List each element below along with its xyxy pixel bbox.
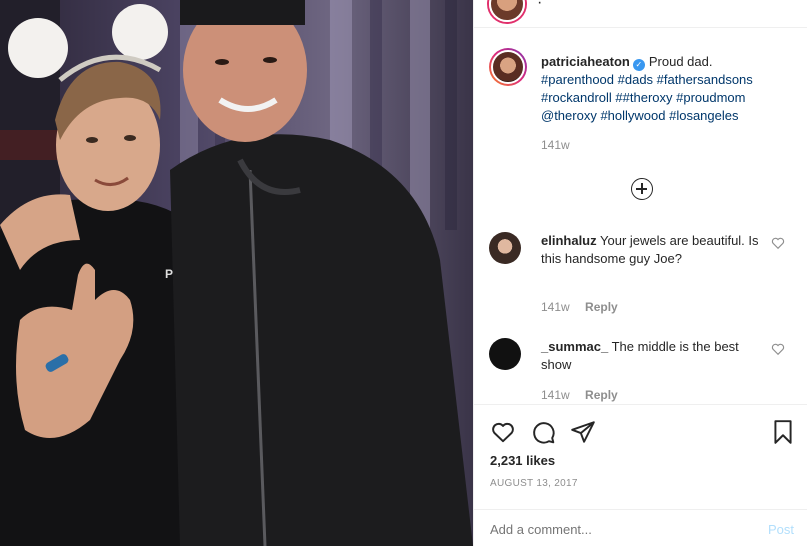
reply-button[interactable]: Reply [585,388,618,402]
comment-meta: 141w Reply [541,300,618,314]
commenter-avatar[interactable] [489,232,521,264]
add-comment-bar: Post [474,509,807,546]
caption-username[interactable]: patriciaheaton [541,54,630,69]
comment-like-heart-icon[interactable] [771,236,785,250]
caption-body: Proud dad. [648,54,713,69]
heart-icon[interactable] [490,419,516,445]
comment-icon[interactable] [530,419,556,445]
more-options-icon[interactable]: · [537,0,542,12]
verified-icon: ✓ [632,59,645,71]
comment-like-heart-icon[interactable] [771,342,785,356]
caption-avatar[interactable] [489,48,527,86]
post-date: AUGUST 13, 2017 [490,478,578,489]
post-comment-button[interactable]: Post [768,522,794,537]
bookmark-icon[interactable] [770,419,796,445]
hashtags-line-2[interactable]: #rockandroll ##theroxy #proudmom [541,90,746,105]
comment-text: _summac_ The middle is the best show [541,338,761,374]
post-details-panel: · patriciaheaton ✓ Proud dad. #parenthood … [473,0,807,546]
photo-illustration: PRO [0,0,473,546]
comment-age: 141w [541,300,570,314]
comment-age: 141w [541,388,570,402]
comment-text: elinhaluz Your jewels are beautiful. Is … [541,232,761,268]
commenter-avatar[interactable] [489,338,521,370]
hashtags-line-3[interactable]: @theroxy #hollywood #losangeles [541,108,738,123]
load-more-icon[interactable] [631,178,653,200]
header-avatar[interactable] [489,0,525,22]
share-icon[interactable] [570,419,596,445]
post-header: · [474,0,807,28]
hashtags-line-1[interactable]: #parenthood #dads #fathersandsons [541,72,753,87]
comment-meta: 141w Reply [541,388,618,402]
comment-username[interactable]: elinhaluz [541,233,597,248]
post-actions: 2,231 likes AUGUST 13, 2017 Post [474,404,807,546]
reply-button[interactable]: Reply [585,300,618,314]
likes-count[interactable]: 2,231 likes [490,453,555,468]
comment-username[interactable]: _summac_ [541,339,608,354]
caption-text: patriciaheaton ✓ Proud dad. #parenthood #d… [541,53,801,125]
post-photo: PRO [0,0,473,546]
add-comment-input[interactable] [490,522,730,537]
caption-age: 141w [541,138,570,152]
